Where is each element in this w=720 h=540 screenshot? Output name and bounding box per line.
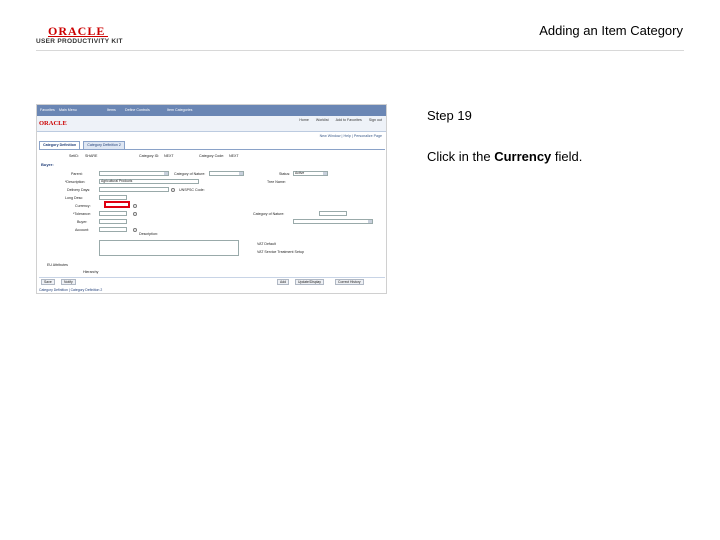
account-label: Account: <box>75 228 89 232</box>
logo-underline <box>48 36 108 37</box>
delivery-days-label: Delivery Days: <box>67 188 91 192</box>
category-id-value: NEXT <box>164 154 174 158</box>
form-content: SetID: SHARE Category ID: NEXT Category … <box>39 149 385 274</box>
oracle-upk-logo: ORACLE USER PRODUCTIVITY KIT <box>36 24 126 48</box>
personalize-page-link[interactable]: Personalize Page <box>354 134 382 138</box>
page-footer-links[interactable]: Category Definition | Category Definitio… <box>39 288 102 292</box>
vat-default-label[interactable]: VAT Default <box>257 242 276 246</box>
unspsc-label: UNSPSC Code: <box>179 188 205 192</box>
nav-main-menu[interactable]: Main Menu <box>59 108 77 112</box>
category-code-label: Category Code: <box>199 154 225 158</box>
correct-history-button[interactable]: Correct History <box>335 279 364 285</box>
step-instruction: Click in the Currency field. <box>427 149 582 164</box>
status-label: Status: <box>279 172 291 176</box>
tree-name-label: Tree Name: <box>267 180 286 184</box>
status-select[interactable]: Active <box>293 171 328 176</box>
sign-out-link[interactable]: Sign out <box>369 118 382 122</box>
hierarchy-link[interactable]: Hierarchy <box>83 270 98 274</box>
nav-item-categories[interactable]: Item Categories <box>167 108 192 112</box>
eu-attributes-link[interactable]: EU Attributes <box>47 263 68 267</box>
category-nature-select[interactable] <box>293 219 373 224</box>
vat-service-label[interactable]: VAT Service Treatment Setup <box>257 250 304 254</box>
new-window-link[interactable]: New Window <box>320 134 341 138</box>
unspsc-field[interactable] <box>319 211 347 216</box>
account-lookup-icon[interactable] <box>133 228 137 232</box>
longdesc-field[interactable] <box>99 195 127 200</box>
description-label: *Description: <box>65 180 86 184</box>
currency-field[interactable] <box>104 201 130 208</box>
header-brand: ORACLE <box>39 120 67 127</box>
instruction-suffix: field. <box>551 149 583 164</box>
home-link[interactable]: Home <box>299 118 309 122</box>
category-nature-label: Category of Nature: <box>253 212 285 216</box>
buyer-label: Buyer: <box>77 220 88 224</box>
buyer-field[interactable] <box>99 219 127 224</box>
header-links: Home Worklist Add to Favorites Sign out <box>293 118 382 122</box>
tolerance-field[interactable] <box>99 211 127 216</box>
currency-label: Currency: <box>75 204 91 208</box>
update-display-button[interactable]: Update/Display <box>295 279 324 285</box>
parent-field[interactable] <box>99 171 169 176</box>
save-button[interactable]: Save <box>41 279 55 285</box>
setid-value: SHARE <box>85 154 98 158</box>
step-number: Step 19 <box>427 108 472 123</box>
instruction-prefix: Click in the <box>427 149 495 164</box>
tab-category-definition[interactable]: Category Definition <box>39 141 81 149</box>
worklist-link[interactable]: Worklist <box>316 118 329 122</box>
add-button[interactable]: Add <box>277 279 290 285</box>
longdesc-label: Long Desc: <box>65 196 84 200</box>
section-title: Buyer: <box>41 162 54 167</box>
application-screenshot: Favorites Main Menu Items Define Control… <box>36 104 387 294</box>
account-field[interactable] <box>99 227 127 232</box>
help-link[interactable]: Help <box>343 134 350 138</box>
page-subbar: New Window | Help | Personalize Page <box>319 134 382 138</box>
nav-favorites[interactable]: Favorites <box>40 108 55 112</box>
instruction-field-name: Currency <box>494 149 552 164</box>
currency-lookup-icon[interactable] <box>133 204 137 208</box>
description2-label: Description: <box>139 232 158 236</box>
tolerance-lookup-icon[interactable] <box>133 212 137 216</box>
tab-category-definition-2[interactable]: Category Definition 2 <box>83 141 125 149</box>
tolerance-label: *Tolerance: <box>73 212 91 216</box>
header-divider <box>36 50 684 51</box>
category-code-value: NEXT <box>229 154 239 158</box>
notify-button[interactable]: Notify <box>61 279 76 285</box>
long-description-textarea[interactable] <box>99 240 239 256</box>
top-navigation-bar: Favorites Main Menu Items Define Control… <box>37 105 386 116</box>
description-field[interactable]: Agricultural Products <box>99 179 199 184</box>
lookup-icon[interactable] <box>171 188 175 192</box>
slide-title: Adding an Item Category <box>539 23 683 38</box>
category-id-label: Category ID: <box>139 154 160 158</box>
page-header: ORACLE Home Worklist Add to Favorites Si… <box>37 116 386 132</box>
category-of-field[interactable] <box>209 171 244 176</box>
setid-label: SetID: <box>69 154 79 158</box>
nav-items[interactable]: Items <box>107 108 116 112</box>
button-bar: Save Notify Add Update/Display Correct H… <box>39 277 385 285</box>
page-tabs: Category Definition Category Definition … <box>39 141 127 149</box>
nav-define-controls[interactable]: Define Controls <box>125 108 150 112</box>
add-favorites-link[interactable]: Add to Favorites <box>336 118 362 122</box>
delivery-days-field[interactable] <box>99 187 169 192</box>
parent-label: Parent: <box>71 172 83 176</box>
category-of-label: Category of Nature: <box>174 172 206 176</box>
logo-product: USER PRODUCTIVITY KIT <box>36 38 123 45</box>
